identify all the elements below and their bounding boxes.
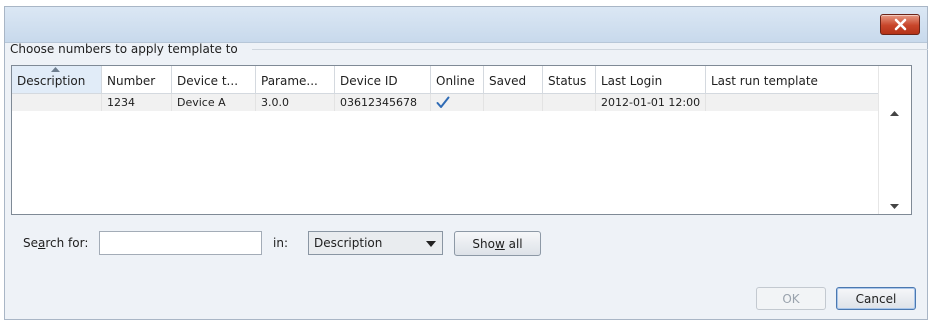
close-button[interactable] — [880, 14, 920, 35]
dropdown-arrow-icon — [426, 241, 436, 247]
numbers-table[interactable]: Description Number Device t... Parame...… — [11, 65, 912, 215]
show-all-button[interactable]: Sho w all — [454, 231, 541, 256]
close-icon — [894, 18, 906, 31]
column-header-description[interactable]: Description — [12, 66, 102, 93]
column-header-online[interactable]: Online — [431, 66, 484, 93]
group-divider — [252, 49, 928, 50]
sort-ascending-icon — [51, 67, 60, 72]
column-header-parameters[interactable]: Parame... — [256, 66, 335, 93]
column-header-device-type[interactable]: Device t... — [172, 66, 256, 93]
column-header-last-login[interactable]: Last Login — [596, 66, 706, 93]
vertical-scrollbar[interactable] — [878, 66, 911, 214]
cell-device-id: 03612345678 — [335, 94, 431, 111]
search-field-label: in: — [273, 236, 288, 250]
search-label: Search for: — [23, 236, 89, 250]
title-bar — [5, 7, 927, 43]
column-header-number[interactable]: Number — [102, 66, 172, 93]
column-header-status[interactable]: Status — [543, 66, 596, 93]
column-header-saved[interactable]: Saved — [484, 66, 543, 93]
cell-last-run-template — [706, 94, 879, 111]
table-row[interactable]: 1234 Device A 3.0.0 03612345678 2012-01-… — [12, 94, 879, 111]
check-icon — [436, 96, 450, 108]
table-body: 1234 Device A 3.0.0 03612345678 2012-01-… — [12, 94, 879, 111]
search-field-select[interactable]: Description — [308, 231, 443, 255]
cell-status — [543, 94, 596, 111]
column-header-last-run-template[interactable]: Last run template — [706, 66, 879, 93]
column-header-device-id[interactable]: Device ID — [335, 66, 431, 93]
cell-saved — [484, 94, 543, 111]
ok-button[interactable]: OK — [756, 287, 826, 310]
cell-last-login: 2012-01-01 12:00 — [596, 94, 706, 111]
cell-description — [12, 94, 102, 111]
cell-device-type: Device A — [172, 94, 256, 111]
cancel-button[interactable]: Cancel — [836, 287, 916, 310]
cell-parameters: 3.0.0 — [256, 94, 335, 111]
scroll-down-arrow-icon[interactable] — [890, 204, 899, 209]
cell-number: 1234 — [102, 94, 172, 111]
cell-online — [431, 94, 484, 111]
group-label: Choose numbers to apply template to — [10, 42, 238, 56]
scroll-up-arrow-icon[interactable] — [890, 111, 899, 116]
search-input[interactable] — [99, 231, 262, 255]
table-header: Description Number Device t... Parame...… — [12, 66, 879, 94]
